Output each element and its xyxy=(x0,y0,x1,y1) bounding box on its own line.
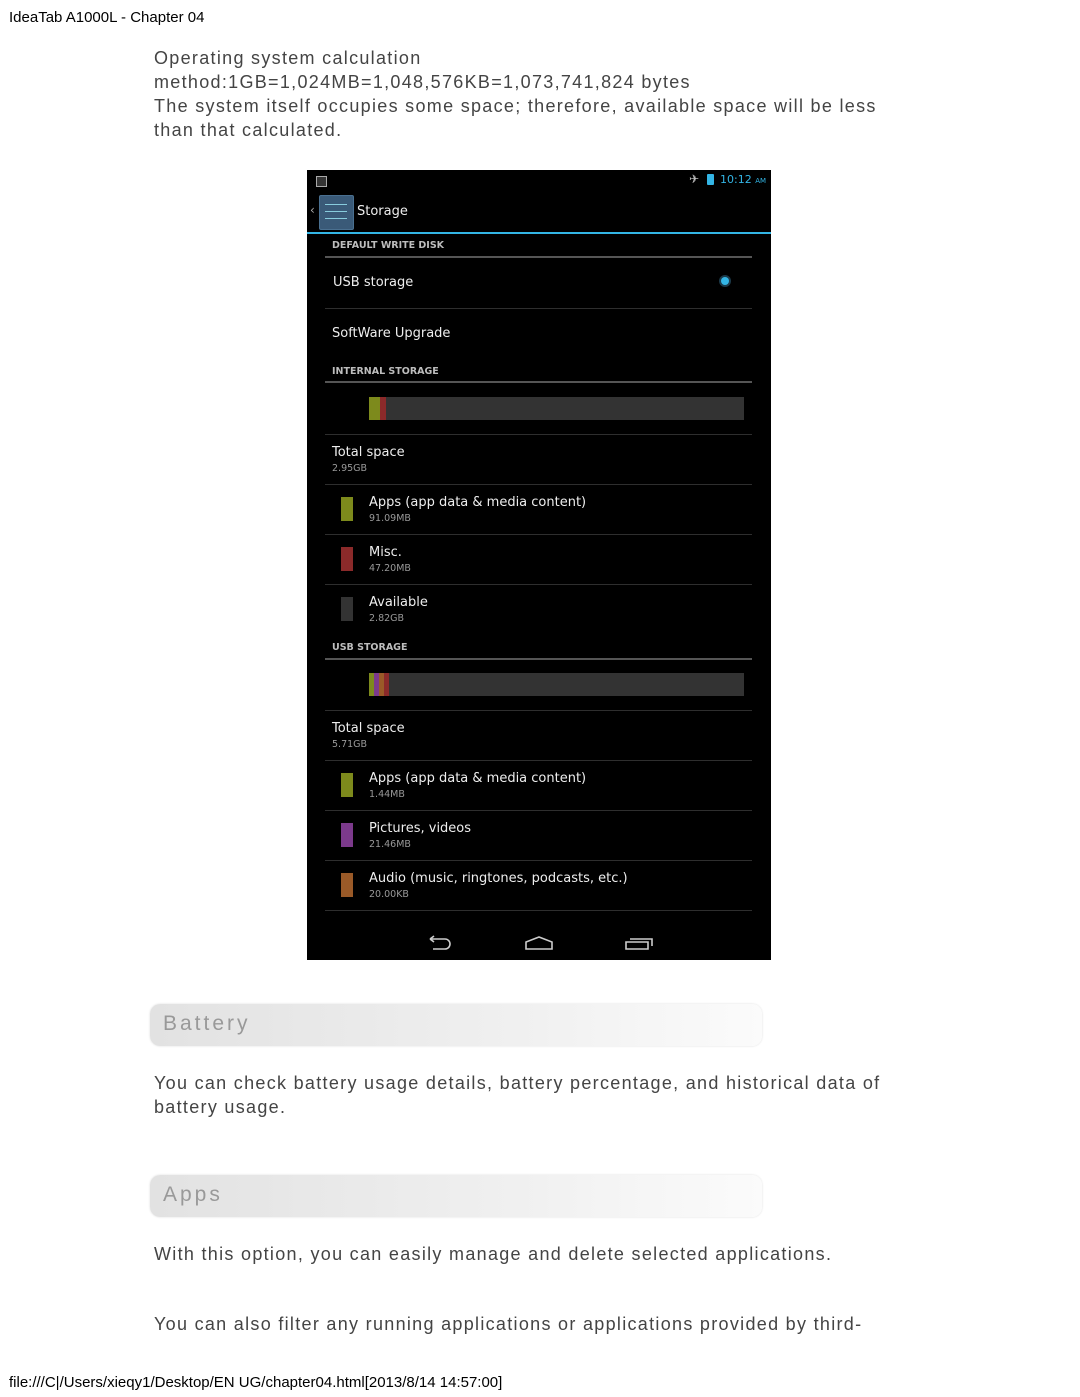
back-icon[interactable] xyxy=(425,934,455,952)
usb-total-value: 5.71GB xyxy=(332,739,368,750)
battery-icon xyxy=(707,174,714,185)
up-chevron-icon[interactable]: ‹ xyxy=(310,203,315,217)
divider xyxy=(325,534,752,535)
default-write-disk-caption: DEFAULT WRITE DISK xyxy=(332,240,445,251)
battery-heading: Battery xyxy=(163,1012,251,1035)
action-bar-title: Storage xyxy=(357,204,408,219)
status-time: 10:12 xyxy=(720,173,752,186)
divider xyxy=(325,810,752,811)
item-value: 91.09MB xyxy=(369,513,411,524)
option-label: USB storage xyxy=(333,275,414,290)
usage-segment-apps xyxy=(369,397,380,420)
intro-line-3: The system itself occupies some space; t… xyxy=(154,96,877,140)
item-value: 2.82GB xyxy=(369,613,405,624)
internal-usage-bar xyxy=(369,397,744,420)
misc-color-swatch xyxy=(341,547,353,571)
item-label: Misc. xyxy=(369,545,402,560)
divider xyxy=(325,434,752,435)
item-value: 47.20MB xyxy=(369,563,411,574)
apps-text-2: You can also filter any running applicat… xyxy=(154,1314,863,1334)
radio-selected-icon[interactable] xyxy=(721,277,729,285)
divider xyxy=(325,381,752,383)
apps-color-swatch xyxy=(341,773,353,797)
divider xyxy=(325,484,752,485)
item-label: Audio (music, ringtones, podcasts, etc.) xyxy=(369,871,628,886)
audio-color-swatch xyxy=(341,873,353,897)
usb-storage-caption: USB STORAGE xyxy=(332,642,408,653)
battery-section-header: Battery xyxy=(150,1004,762,1046)
divider xyxy=(325,658,752,660)
item-value: 20.00KB xyxy=(369,889,409,900)
picture-icon xyxy=(316,176,327,187)
item-label: Available xyxy=(369,595,428,610)
item-label: Apps (app data & media content) xyxy=(369,771,587,786)
divider xyxy=(325,860,752,861)
usage-segment-misc xyxy=(384,673,389,696)
item-label: Pictures, videos xyxy=(369,821,472,836)
apps-color-swatch xyxy=(341,497,353,521)
divider xyxy=(325,760,752,761)
item-label: Apps (app data & media content) xyxy=(369,495,587,510)
apps-heading: Apps xyxy=(163,1183,223,1206)
item-value: 1.44MB xyxy=(369,789,405,800)
divider xyxy=(325,584,752,585)
apps-section-header: Apps xyxy=(150,1175,762,1217)
divider xyxy=(325,710,752,711)
recent-apps-icon[interactable] xyxy=(624,934,654,952)
settings-sliders-icon[interactable] xyxy=(319,195,354,230)
battery-text: You can check battery usage details, bat… xyxy=(154,1073,881,1117)
pictures-color-swatch xyxy=(341,823,353,847)
page-header: IdeaTab A1000L - Chapter 04 xyxy=(9,9,205,26)
intro-text: Operating system calculation method:1GB=… xyxy=(154,46,914,142)
storage-screenshot: ✈ 10:12 AM ‹ Storage DEFAULT WRITE DISK … xyxy=(307,170,771,960)
action-bar-divider xyxy=(307,232,771,234)
usage-segment-misc xyxy=(380,397,386,420)
intro-line-2: method:1GB=1,024MB=1,048,576KB=1,073,741… xyxy=(154,72,691,92)
intro-line-1: Operating system calculation xyxy=(154,48,422,68)
apps-text-1: With this option, you can easily manage … xyxy=(154,1244,833,1264)
divider xyxy=(325,910,752,911)
internal-storage-caption: INTERNAL STORAGE xyxy=(332,366,439,377)
available-color-swatch xyxy=(341,597,353,621)
option-usb-storage[interactable]: USB storage xyxy=(325,258,752,308)
usb-total-label: Total space xyxy=(332,721,405,736)
option-software-upgrade[interactable]: SoftWare Upgrade xyxy=(325,309,752,357)
airplane-mode-icon: ✈ xyxy=(689,172,700,186)
page-footer-path: file:///C|/Users/xieqy1/Desktop/EN UG/ch… xyxy=(9,1374,503,1391)
status-ampm: AM xyxy=(755,177,767,185)
home-icon[interactable] xyxy=(524,934,554,952)
internal-total-label: Total space xyxy=(332,445,405,460)
usb-usage-bar xyxy=(369,673,744,696)
internal-total-value: 2.95GB xyxy=(332,463,368,474)
item-value: 21.46MB xyxy=(369,839,411,850)
option-label: SoftWare Upgrade xyxy=(332,326,451,341)
